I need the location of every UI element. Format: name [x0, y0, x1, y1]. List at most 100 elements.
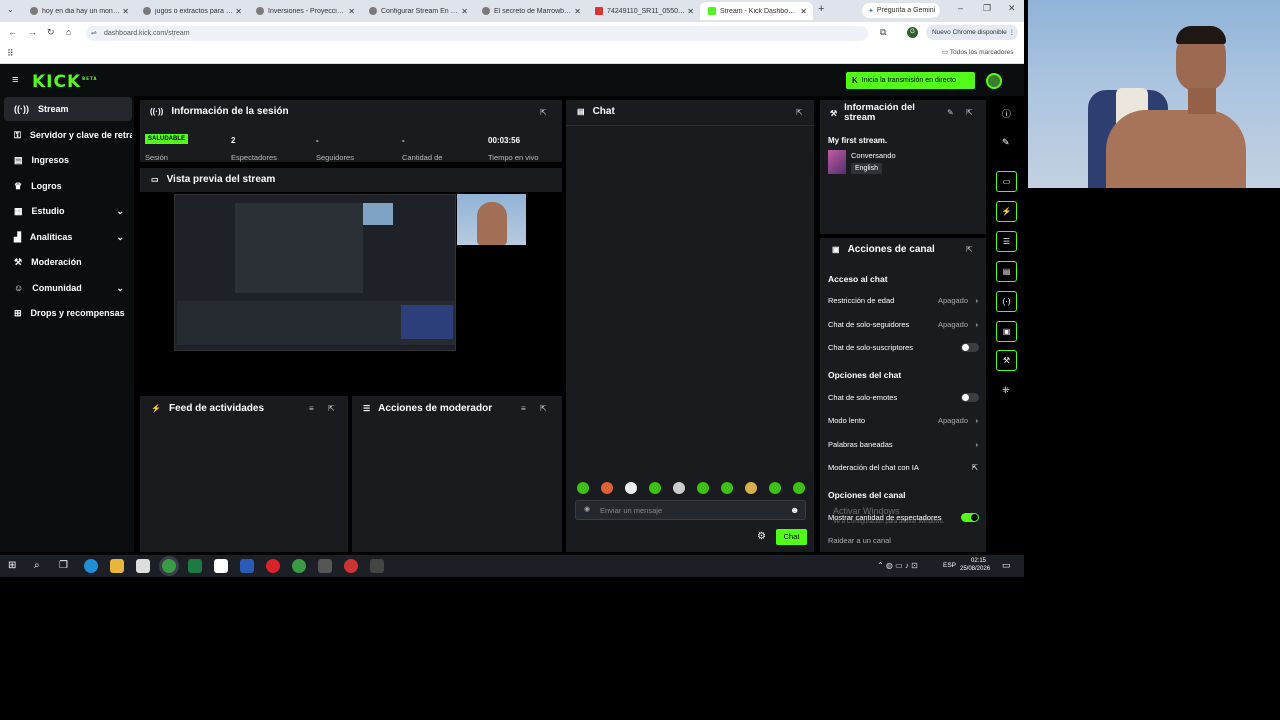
- show-viewers-toggle[interactable]: [961, 513, 979, 522]
- age-restriction-row[interactable]: Restricción de edad Apagado ›: [828, 296, 978, 305]
- file-explorer-icon[interactable]: [110, 559, 124, 573]
- sidebar-item-server-key[interactable]: ⚿ Servidor y clave de retransmisión: [4, 123, 132, 147]
- chrome-alt-icon[interactable]: [292, 559, 306, 573]
- popout-icon[interactable]: ⇱: [328, 404, 335, 413]
- subs-only-toggle[interactable]: [961, 343, 979, 352]
- go-live-button[interactable]: K Inicia la transmisión en directo: [846, 72, 975, 89]
- stream-preview-video[interactable]: [140, 192, 562, 392]
- followers-only-row[interactable]: Chat de solo-seguidores Apagado ›: [828, 320, 978, 329]
- emote-icon[interactable]: [601, 482, 613, 494]
- quick-monitor-button[interactable]: ▭: [996, 171, 1017, 192]
- chrome-update-button[interactable]: Nuevo Chrome disponible ⋮: [926, 25, 1018, 40]
- reload-icon[interactable]: ↻: [47, 27, 55, 38]
- tab-4[interactable]: Configurar Stream En Kick ✕: [361, 2, 474, 20]
- restore-icon[interactable]: ❐: [983, 3, 991, 14]
- emote-icon[interactable]: [625, 482, 637, 494]
- popout-icon[interactable]: ⇱: [540, 108, 547, 117]
- banned-words-row[interactable]: Palabras baneadas ›: [828, 440, 978, 449]
- quick-shield-button[interactable]: ▣: [996, 321, 1017, 342]
- tab-7[interactable]: Stream - Kick Dashboard ✕: [700, 2, 813, 20]
- popout-icon[interactable]: ⇱: [966, 245, 973, 254]
- emote-icon[interactable]: [769, 482, 781, 494]
- recorder-icon[interactable]: [344, 559, 358, 573]
- sidebar-item-moderacion[interactable]: ⚒ Moderación: [4, 250, 132, 274]
- emote-icon[interactable]: [673, 482, 685, 494]
- search-icon[interactable]: ⌕: [34, 560, 40, 571]
- kick-logo[interactable]: KICKBETA: [32, 72, 97, 92]
- raid-row[interactable]: Raidear a un canal: [828, 536, 978, 545]
- close-window-icon[interactable]: ✕: [1008, 3, 1016, 14]
- info-icon[interactable]: ⓘ: [1002, 107, 1011, 120]
- emote-icon[interactable]: [721, 482, 733, 494]
- task-view-icon[interactable]: ❐: [59, 560, 68, 571]
- emote-icon[interactable]: [649, 482, 661, 494]
- new-tab-icon[interactable]: +: [818, 3, 824, 15]
- chat-input[interactable]: ◉ Enviar un mensaje ☻: [575, 500, 806, 520]
- edit-pencil-icon[interactable]: ✎: [1002, 137, 1010, 148]
- home-icon[interactable]: ⌂: [66, 27, 71, 37]
- close-tab-icon[interactable]: ✕: [122, 7, 129, 16]
- back-icon[interactable]: ←: [8, 27, 17, 37]
- tab-1[interactable]: hoy en dia hay un montón ✕: [22, 2, 135, 20]
- emote-icon[interactable]: [745, 482, 757, 494]
- popout-icon[interactable]: ⇱: [796, 108, 803, 117]
- tab-search-icon[interactable]: ⌄: [7, 5, 14, 14]
- minimize-icon[interactable]: –: [958, 3, 963, 13]
- emotes-only-toggle[interactable]: [961, 393, 979, 402]
- layout-settings-icon[interactable]: ⁜: [1002, 385, 1010, 396]
- tray-icons[interactable]: ⌃ ◍ ▭ ♪ ⊡: [877, 561, 918, 570]
- notepad-icon[interactable]: [214, 559, 228, 573]
- sidebar-item-analiticas[interactable]: ▟ Analíticas ⌄: [4, 225, 132, 249]
- close-tab-icon[interactable]: ✕: [461, 7, 468, 16]
- ai-moderation-row[interactable]: Moderación del chat con IA ⇱: [828, 463, 978, 472]
- close-tab-icon[interactable]: ✕: [235, 7, 242, 16]
- chat-send-button[interactable]: Chat: [776, 529, 807, 545]
- quick-chat-button[interactable]: ▤: [996, 261, 1017, 282]
- tab-5[interactable]: El secreto de Marrowbone ✕: [474, 2, 587, 20]
- emote-icon[interactable]: [793, 482, 805, 494]
- mail-icon[interactable]: [136, 559, 150, 573]
- slow-mode-row[interactable]: Modo lento Apagado ›: [828, 416, 978, 425]
- sidebar-item-ingresos[interactable]: ▤ Ingresos: [4, 148, 132, 172]
- popout-icon[interactable]: ⇱: [966, 108, 973, 117]
- notifications-icon[interactable]: ▭: [1002, 560, 1011, 571]
- word-icon[interactable]: [240, 559, 254, 573]
- user-avatar[interactable]: [986, 73, 1002, 89]
- chat-settings-gear-icon[interactable]: ⚙: [757, 531, 766, 542]
- sidebar-item-stream[interactable]: ((·)) Stream: [4, 97, 132, 121]
- menu-hamburger-icon[interactable]: ≡: [12, 74, 18, 86]
- sidebar-item-estudio[interactable]: ▦ Estudio ⌄: [4, 199, 132, 223]
- quick-wrench-button[interactable]: ⚒: [996, 350, 1017, 371]
- edit-pencil-icon[interactable]: ✎: [947, 108, 954, 117]
- url-bar[interactable]: ⇌ dashboard.kick.com/stream: [86, 26, 868, 41]
- clock[interactable]: 02:15 25/08/2026: [960, 557, 990, 573]
- popout-icon[interactable]: ⇱: [540, 404, 547, 413]
- quick-broadcast-button[interactable]: (·): [996, 291, 1017, 312]
- close-tab-icon[interactable]: ✕: [574, 7, 581, 16]
- edge-icon[interactable]: [84, 559, 98, 573]
- quick-bolt-button[interactable]: ⚡: [996, 201, 1017, 222]
- sidebar-item-logros[interactable]: ♛ Logros: [4, 174, 132, 198]
- profile-icon[interactable]: G: [907, 27, 918, 38]
- chrome-taskbar-icon[interactable]: [162, 559, 176, 573]
- gemini-button[interactable]: ✦ Pregunta a Gemini: [862, 3, 940, 18]
- opera-icon[interactable]: [266, 559, 280, 573]
- close-tab-icon[interactable]: ✕: [348, 7, 355, 16]
- language-indicator[interactable]: ESP: [943, 562, 956, 569]
- apps-grid-icon[interactable]: ⠿: [7, 48, 14, 59]
- tab-6[interactable]: 74249110_SR11_0550930 ✕: [587, 2, 700, 20]
- close-tab-icon[interactable]: ✕: [800, 7, 807, 16]
- tab-2[interactable]: jugos o extractos para sub ✕: [135, 2, 248, 20]
- emote-icon[interactable]: [577, 482, 589, 494]
- extensions-icon[interactable]: ⧉: [880, 27, 886, 38]
- close-tab-icon[interactable]: ✕: [687, 7, 694, 16]
- filter-icon[interactable]: ≡: [521, 404, 526, 413]
- site-info-icon[interactable]: ⇌: [91, 26, 97, 41]
- bookmarks-folder[interactable]: ▭ Todos los marcadores: [942, 48, 1013, 56]
- sidebar-item-drops[interactable]: ⊞ Drops y recompensas: [4, 301, 132, 325]
- excel-icon[interactable]: [188, 559, 202, 573]
- app-icon[interactable]: [318, 559, 332, 573]
- emoji-icon[interactable]: ☻: [790, 505, 799, 515]
- tab-3[interactable]: Inversiones - Proyección d ✕: [248, 2, 361, 20]
- sidebar-item-comunidad[interactable]: ☺ Comunidad ⌄: [4, 276, 132, 300]
